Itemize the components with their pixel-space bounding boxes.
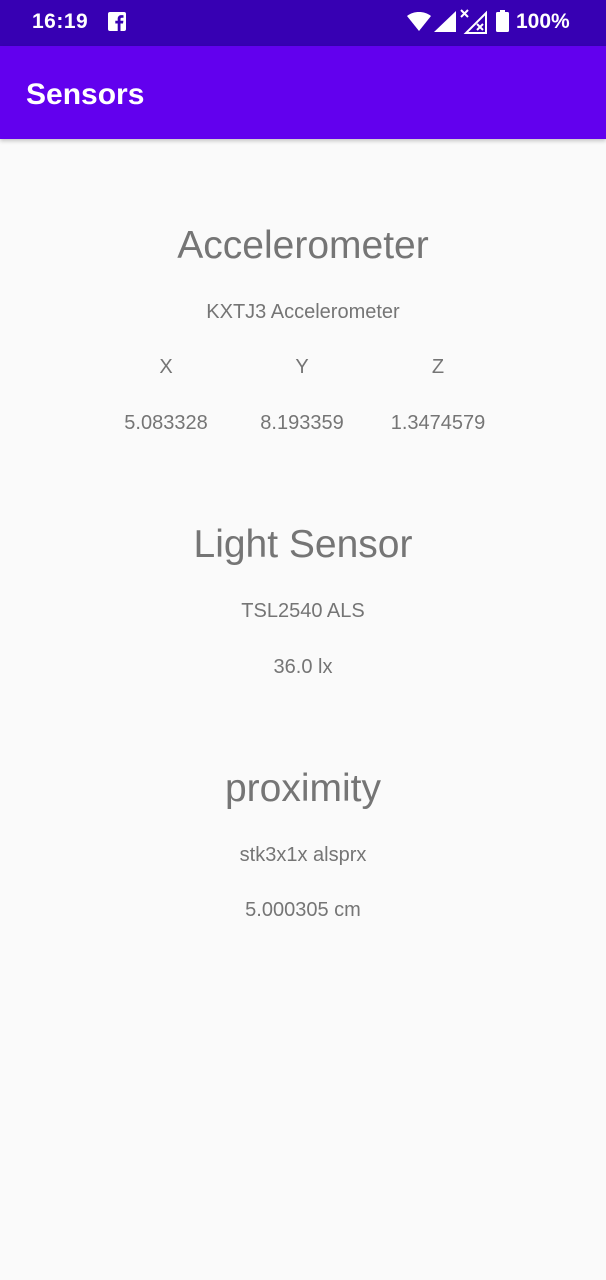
axis-z-value: 1.3474579 (390, 412, 486, 434)
axis-y-label: Y (295, 356, 309, 378)
cell-signal-icon (434, 11, 456, 32)
axis-z-label: Z (431, 356, 445, 378)
battery-icon (496, 10, 509, 32)
accelerometer-sensor-name: KXTJ3 Accelerometer (206, 301, 400, 323)
app-title: Sensors (26, 78, 145, 111)
facebook-icon (108, 12, 126, 31)
axis-y-value: 8.193359 (260, 412, 344, 434)
no-signal-icon (460, 9, 487, 34)
proximity-heading: proximity (224, 767, 382, 810)
light-sensor-name: TSL2540 ALS (241, 600, 365, 622)
accelerometer-heading: Accelerometer (177, 224, 429, 267)
light-sensor-heading: Light Sensor (193, 523, 413, 566)
battery-percentage: 100% (516, 10, 570, 33)
app-bar: Sensors (0, 46, 606, 139)
axis-x-value: 5.083328 (124, 412, 208, 434)
axis-x-label: X (159, 356, 173, 378)
light-sensor-value: 36.0 lx (273, 656, 333, 678)
wifi-icon (407, 12, 431, 31)
proximity-sensor-name: stk3x1x alsprx (239, 844, 367, 866)
status-time: 16:19 (32, 10, 89, 33)
proximity-sensor-value: 5.000305 cm (245, 899, 361, 921)
status-bar: 16:19 100% (0, 0, 606, 46)
